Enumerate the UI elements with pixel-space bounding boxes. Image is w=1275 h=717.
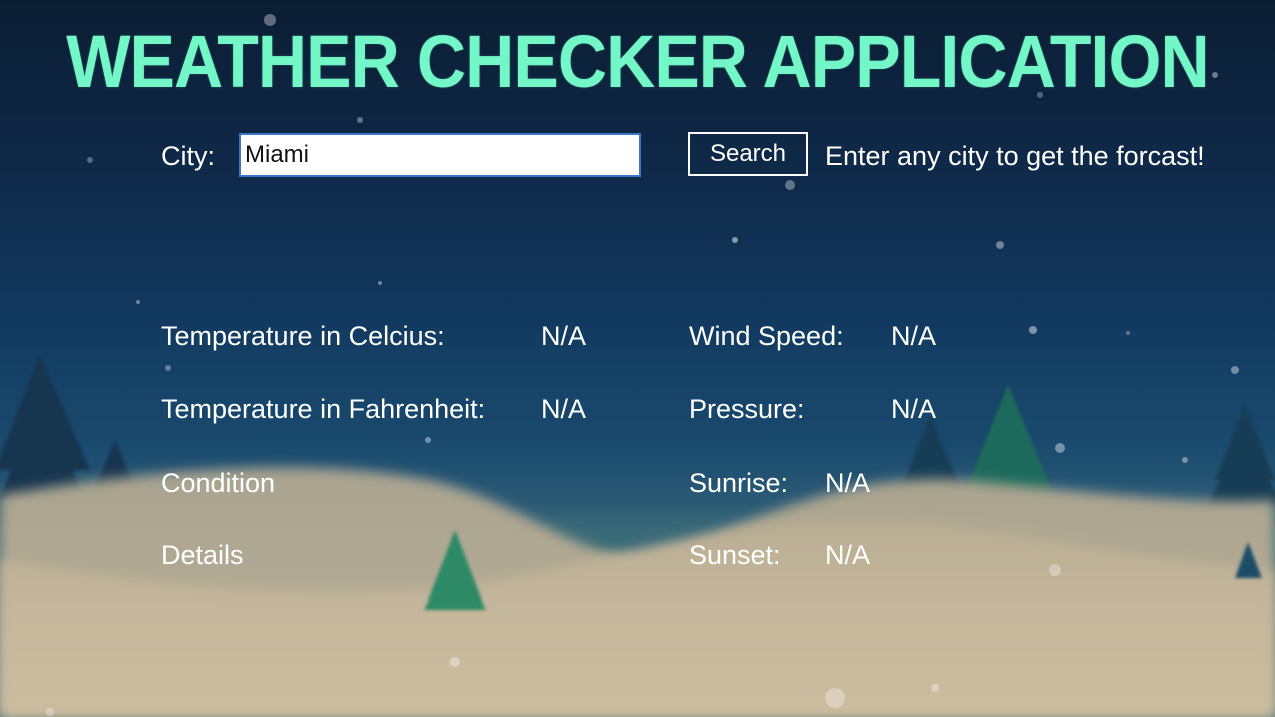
wind-speed-label: Wind Speed: xyxy=(689,321,844,351)
temp-fahrenheit-label: Temperature in Fahrenheit: xyxy=(161,394,486,424)
temp-fahrenheit-value: N/A xyxy=(541,394,587,424)
sunset-label: Sunset: xyxy=(689,540,781,570)
sunrise-label: Sunrise: xyxy=(689,468,789,498)
wind-speed-value: N/A xyxy=(891,321,937,351)
sunset-value: N/A xyxy=(825,540,871,570)
temp-celsius-label: Temperature in Celcius: xyxy=(161,321,445,351)
details-label: Details xyxy=(161,540,244,570)
condition-label: Condition xyxy=(161,468,276,498)
search-button[interactable]: Search xyxy=(688,132,808,176)
sunrise-value: N/A xyxy=(825,468,871,498)
winter-background xyxy=(0,14,1275,717)
pressure-value: N/A xyxy=(891,394,937,424)
pressure-label: Pressure: xyxy=(689,394,805,424)
city-label: City: xyxy=(161,141,215,171)
city-input[interactable] xyxy=(239,133,641,177)
search-hint: Enter any city to get the forcast! xyxy=(825,141,1205,171)
app-title: WEATHER CHECKER APPLICATION xyxy=(66,20,1210,103)
temp-celsius-value: N/A xyxy=(541,321,587,351)
